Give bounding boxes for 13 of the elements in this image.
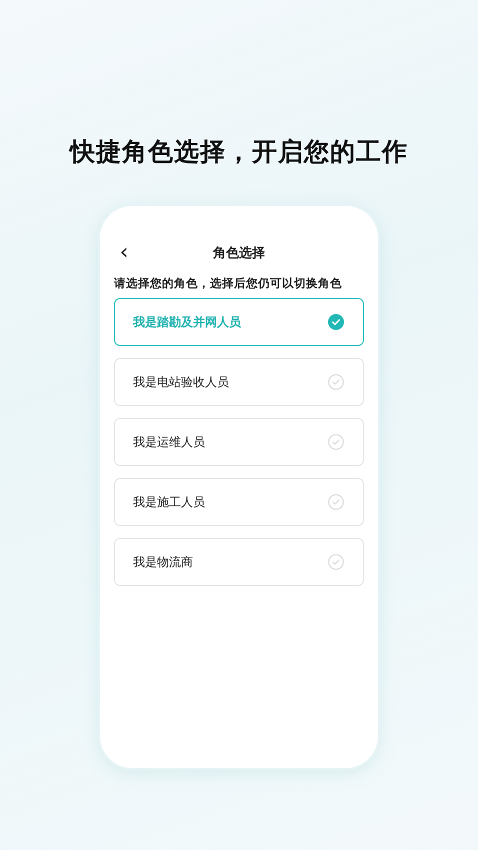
prompt-text: 请选择您的角色，选择后您仍可以切换角色 [114,276,343,291]
check-icon [328,374,344,390]
role-option[interactable]: 我是电站验收人员 [114,358,364,406]
check-icon [328,494,344,510]
role-option[interactable]: 我是物流商 [114,538,364,586]
check-icon [328,314,344,330]
check-icon [328,554,344,570]
role-option[interactable]: 我是运维人员 [114,418,364,466]
check-icon [328,434,344,450]
role-option[interactable]: 我是施工人员 [114,478,364,526]
screen-title: 角色选择 [213,245,265,262]
back-icon[interactable]: ‹ [114,242,134,264]
headline: 快捷角色选择，开启您的工作 [68,136,409,168]
